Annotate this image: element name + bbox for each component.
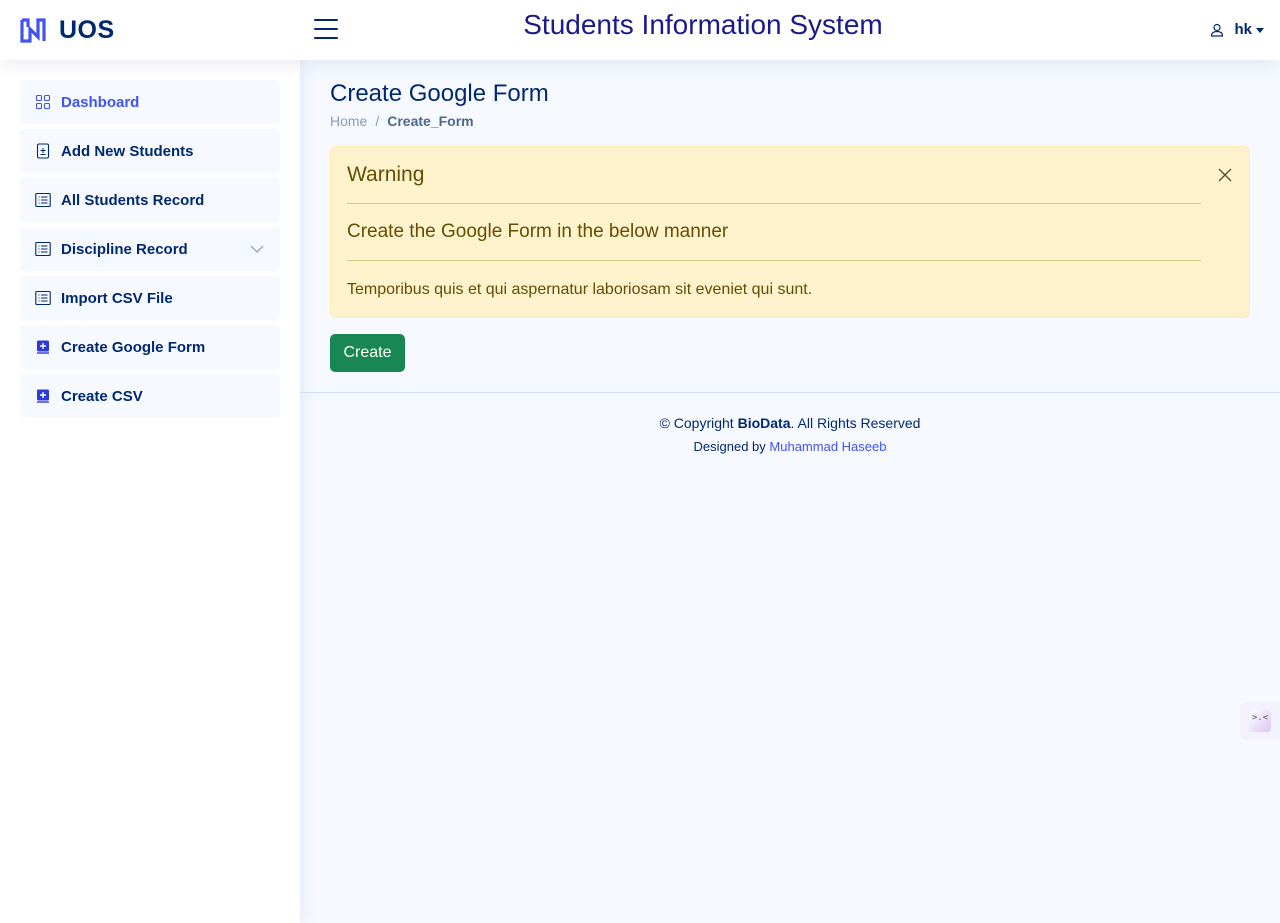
breadcrumb-separator: / (375, 113, 380, 129)
footer: © Copyright BioData. All Rights Reserved… (300, 392, 1280, 472)
divider (347, 203, 1201, 204)
person-icon (1211, 23, 1224, 37)
sidebar: Dashboard Add New Students All Students … (0, 60, 300, 923)
breadcrumb-current: Create_Form (387, 113, 474, 129)
caret-down-icon (1256, 27, 1264, 33)
sidebar-item-add-new-students[interactable]: Add New Students (20, 129, 280, 173)
breadcrumb: Home / Create_Form (330, 113, 549, 129)
sidebar-item-dashboard[interactable]: Dashboard (20, 80, 280, 124)
chevron-down-icon (250, 245, 264, 253)
assistant-face-icon: >.< (1249, 710, 1271, 732)
alert-subheading: Create the Google Form in the below mann… (347, 221, 729, 242)
user-menu[interactable]: hk (1210, 21, 1264, 38)
site-title: Students Information System (523, 9, 883, 40)
credits-prefix: Designed by (693, 439, 770, 454)
sidebar-item-create-csv[interactable]: Create CSV (20, 374, 280, 418)
sidebar-item-all-students-record[interactable]: All Students Record (20, 178, 280, 222)
floating-assistant-widget[interactable]: >.< (1240, 702, 1280, 740)
sidebar-item-label: Add New Students (61, 142, 194, 160)
site-title-wrapper: Students Information System (0, 8, 1280, 42)
copyright-prefix: © Copyright (659, 415, 738, 431)
plus-square-icon (37, 389, 49, 403)
sidebar-item-create-google-form[interactable]: Create Google Form (20, 325, 280, 369)
plus-square-icon (37, 340, 49, 354)
sidebar-item-label: Import CSV File (61, 289, 173, 307)
copyright-suffix: . All Rights Reserved (790, 415, 921, 431)
alert-heading: Warning (347, 163, 425, 186)
close-icon[interactable] (1218, 168, 1232, 182)
sidebar-item-label: Dashboard (61, 93, 140, 111)
breadcrumb-home-link[interactable]: Home (330, 113, 367, 129)
top-header: UOS Students Information System hk (0, 0, 1280, 60)
page-title: Create Google Form (330, 80, 549, 107)
sidebar-item-discipline-record[interactable]: Discipline Record (20, 227, 280, 271)
grid-icon (35, 94, 51, 110)
sidebar-item-label: Create CSV (61, 387, 143, 405)
create-button[interactable]: Create (330, 334, 405, 372)
page-title-block: Create Google Form Home / Create_Form (330, 80, 549, 129)
credits: Designed by Muhammad Haseeb (300, 439, 1280, 454)
user-name: hk (1234, 21, 1252, 38)
list-icon (35, 290, 51, 306)
divider (347, 260, 1201, 261)
copyright-brand: BioData (737, 415, 791, 431)
sidebar-item-label: Discipline Record (61, 240, 188, 258)
warning-alert: Warning Create the Google Form in the be… (330, 146, 1250, 318)
sidebar-item-label: All Students Record (61, 191, 205, 209)
designer-link[interactable]: Muhammad Haseeb (769, 439, 886, 454)
sidebar-item-import-csv-file[interactable]: Import CSV File (20, 276, 280, 320)
list-icon (35, 241, 51, 257)
list-icon (35, 192, 51, 208)
file-plus-icon (36, 143, 50, 159)
alert-body: Temporibus quis et qui aspernatur labori… (347, 281, 813, 298)
sidebar-item-label: Create Google Form (61, 338, 206, 356)
copyright: © Copyright BioData. All Rights Reserved (300, 415, 1280, 431)
